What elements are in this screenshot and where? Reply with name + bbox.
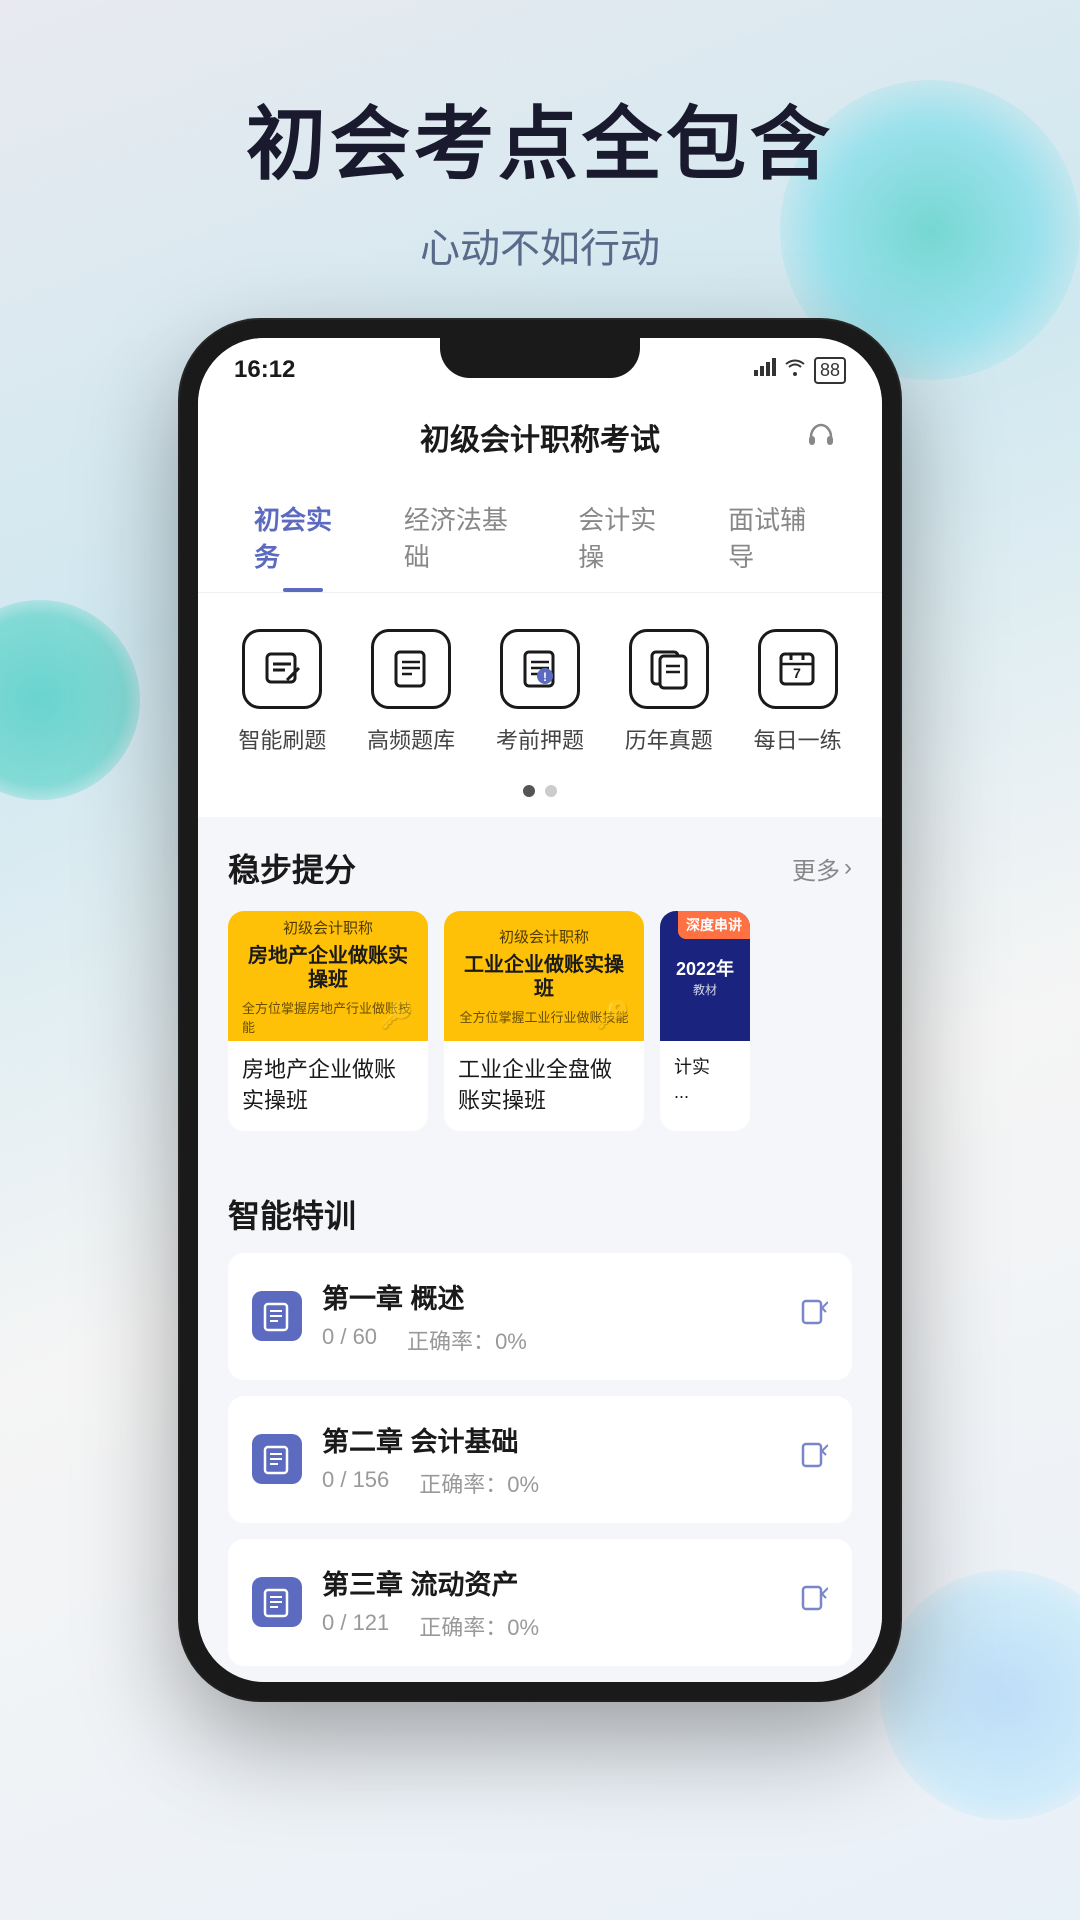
zhuneng-shuati-icon xyxy=(242,629,322,709)
svg-text:!: ! xyxy=(543,670,547,684)
gaopin-tiku-label: 高频题库 xyxy=(367,723,455,755)
tab-kuaiji-shicao[interactable]: 会计实操 xyxy=(552,482,702,592)
course-card-2-category: 初级会计职称 xyxy=(499,926,589,947)
app-title: 初级会计职称考试 xyxy=(420,415,660,459)
phone-screen: 16:12 88 初级会计职称考试 xyxy=(198,338,882,1682)
phone-wrapper: 16:12 88 初级会计职称考试 xyxy=(180,320,900,1700)
app-header: 初级会计职称考试 xyxy=(198,392,882,482)
meiri-yilian-label: 每日一练 xyxy=(754,723,842,755)
icon-item-linian-zhenti[interactable]: 历年真题 xyxy=(619,629,719,755)
dot-1 xyxy=(523,785,535,797)
meiri-yilian-icon: 7 xyxy=(758,629,838,709)
chapter-3-progress: 0 / 121 xyxy=(322,1610,389,1642)
course-card-3-label: 计实... xyxy=(660,1041,750,1119)
icon-item-zhuneng-shuati[interactable]: 智能刷题 xyxy=(232,629,332,755)
bg-title: 初会考点全包含 xyxy=(0,80,1080,196)
course-card-2-title: 工业企业做账实操班 xyxy=(458,953,630,1001)
tab-chuhui-shiwu[interactable]: 初会实务 xyxy=(228,482,378,592)
icon-grid: 智能刷题 高频题库 xyxy=(198,593,882,775)
key-icon-2: 🔑 xyxy=(595,998,630,1031)
course-card-1-label: 房地产企业做账实操班 xyxy=(228,1041,428,1131)
chapter-icon-2 xyxy=(252,1434,302,1484)
zhuneng-shuati-label: 智能刷题 xyxy=(238,723,326,755)
training-item-2[interactable]: 第二章 会计基础 0 / 156 正确率：0% xyxy=(228,1396,852,1523)
chapter-3-name: 第三章 流动资产 xyxy=(322,1563,780,1602)
status-time: 16:12 xyxy=(234,356,295,384)
course-card-3-subtitle: 教材 xyxy=(693,981,717,998)
courses-section: 稳步提分 更多 › 初级会计职称 房地产企业做账实操班 全方位掌握房地产行业做账… xyxy=(198,817,882,1167)
kaoquan-yati-icon: ! xyxy=(500,629,580,709)
chapter-1-name: 第一章 概述 xyxy=(322,1277,780,1316)
tabs-row: 初会实务 经济法基础 会计实操 面试辅导 xyxy=(198,482,882,593)
kaoquan-yati-label: 考前押题 xyxy=(496,723,584,755)
chapter-3-stats: 0 / 121 正确率：0% xyxy=(322,1610,780,1642)
course-card-1[interactable]: 初级会计职称 房地产企业做账实操班 全方位掌握房地产行业做账技能 🔑 房地产企业… xyxy=(228,911,428,1131)
headphone-icon[interactable] xyxy=(796,412,846,462)
chapter-1-progress: 0 / 60 xyxy=(322,1324,377,1356)
chapter-3-info: 第三章 流动资产 0 / 121 正确率：0% xyxy=(322,1563,780,1642)
icon-item-gaopin-tiku[interactable]: 高频题库 xyxy=(361,629,461,755)
training-item-1[interactable]: 第一章 概述 0 / 60 正确率：0% xyxy=(228,1253,852,1380)
chapter-icon-3 xyxy=(252,1577,302,1627)
course-card-3[interactable]: 2022年 教材 深度串讲 计实... xyxy=(660,911,750,1131)
course-card-1-image: 初级会计职称 房地产企业做账实操班 全方位掌握房地产行业做账技能 🔑 xyxy=(228,911,428,1041)
phone-frame: 16:12 88 初级会计职称考试 xyxy=(180,320,900,1700)
icon-item-meiri-yilian[interactable]: 7 每日一练 xyxy=(748,629,848,755)
key-icon-1: 🔑 xyxy=(379,998,414,1031)
training-title: 智能特训 xyxy=(228,1191,852,1237)
course-card-2-image: 初级会计职称 工业企业做账实操班 全方位掌握工业行业做账技能 🔑 xyxy=(444,911,644,1041)
course-card-2-label: 工业企业全盘做账实操班 xyxy=(444,1041,644,1131)
dot-2 xyxy=(545,785,557,797)
gaopin-tiku-icon xyxy=(371,629,451,709)
courses-cards-row: 初级会计职称 房地产企业做账实操班 全方位掌握房地产行业做账技能 🔑 房地产企业… xyxy=(228,911,852,1151)
training-section: 智能特训 第一章 概述 0 / 60 正确率：0% xyxy=(198,1167,882,1666)
chapter-1-info: 第一章 概述 0 / 60 正确率：0% xyxy=(322,1277,780,1356)
chapter-2-progress: 0 / 156 xyxy=(322,1467,389,1499)
chapter-3-accuracy: 正确率：0% xyxy=(419,1610,539,1642)
chapter-1-accuracy: 正确率：0% xyxy=(407,1324,527,1356)
battery-icon: 88 xyxy=(814,357,846,384)
course-card-3-image: 2022年 教材 深度串讲 xyxy=(660,911,750,1041)
course-card-1-title: 房地产企业做账实操班 xyxy=(242,944,414,992)
chapter-icon-1 xyxy=(252,1291,302,1341)
status-icons: 88 xyxy=(754,357,846,384)
courses-section-title: 稳步提分 xyxy=(228,845,356,891)
courses-section-more[interactable]: 更多 › xyxy=(792,851,852,886)
page-header: 初会考点全包含 心动不如行动 xyxy=(0,0,1080,274)
tab-mianshi-fudao[interactable]: 面试辅导 xyxy=(702,482,852,592)
notch xyxy=(440,338,640,378)
chapter-3-edit-icon[interactable] xyxy=(800,1584,828,1620)
wifi-icon xyxy=(784,358,806,382)
course-card-2[interactable]: 初级会计职称 工业企业做账实操班 全方位掌握工业行业做账技能 🔑 工业企业全盘做… xyxy=(444,911,644,1131)
chapter-2-accuracy: 正确率：0% xyxy=(419,1467,539,1499)
chapter-1-edit-icon[interactable] xyxy=(800,1298,828,1334)
svg-text:7: 7 xyxy=(793,665,801,681)
chapter-1-stats: 0 / 60 正确率：0% xyxy=(322,1324,780,1356)
linian-zhenti-icon xyxy=(629,629,709,709)
status-bar: 16:12 88 xyxy=(198,338,882,392)
course-card-3-year: 2022年 xyxy=(676,955,734,981)
courses-section-header: 稳步提分 更多 › xyxy=(228,845,852,891)
dot-indicators xyxy=(198,775,882,817)
linian-zhenti-label: 历年真题 xyxy=(625,723,713,755)
chevron-right-icon: › xyxy=(844,854,852,882)
bg-subtitle: 心动不如行动 xyxy=(0,216,1080,274)
icon-item-kaoquan-yati[interactable]: ! 考前押题 xyxy=(490,629,590,755)
chapter-2-name: 第二章 会计基础 xyxy=(322,1420,780,1459)
tab-jingji-fa[interactable]: 经济法基础 xyxy=(378,482,552,592)
chapter-2-edit-icon[interactable] xyxy=(800,1441,828,1477)
chapter-2-stats: 0 / 156 正确率：0% xyxy=(322,1467,780,1499)
chapter-2-info: 第二章 会计基础 0 / 156 正确率：0% xyxy=(322,1420,780,1499)
training-item-3[interactable]: 第三章 流动资产 0 / 121 正确率：0% xyxy=(228,1539,852,1666)
course-card-1-category: 初级会计职称 xyxy=(283,917,373,938)
course-card-3-badge: 深度串讲 xyxy=(678,911,750,939)
signal-icon xyxy=(754,358,776,382)
